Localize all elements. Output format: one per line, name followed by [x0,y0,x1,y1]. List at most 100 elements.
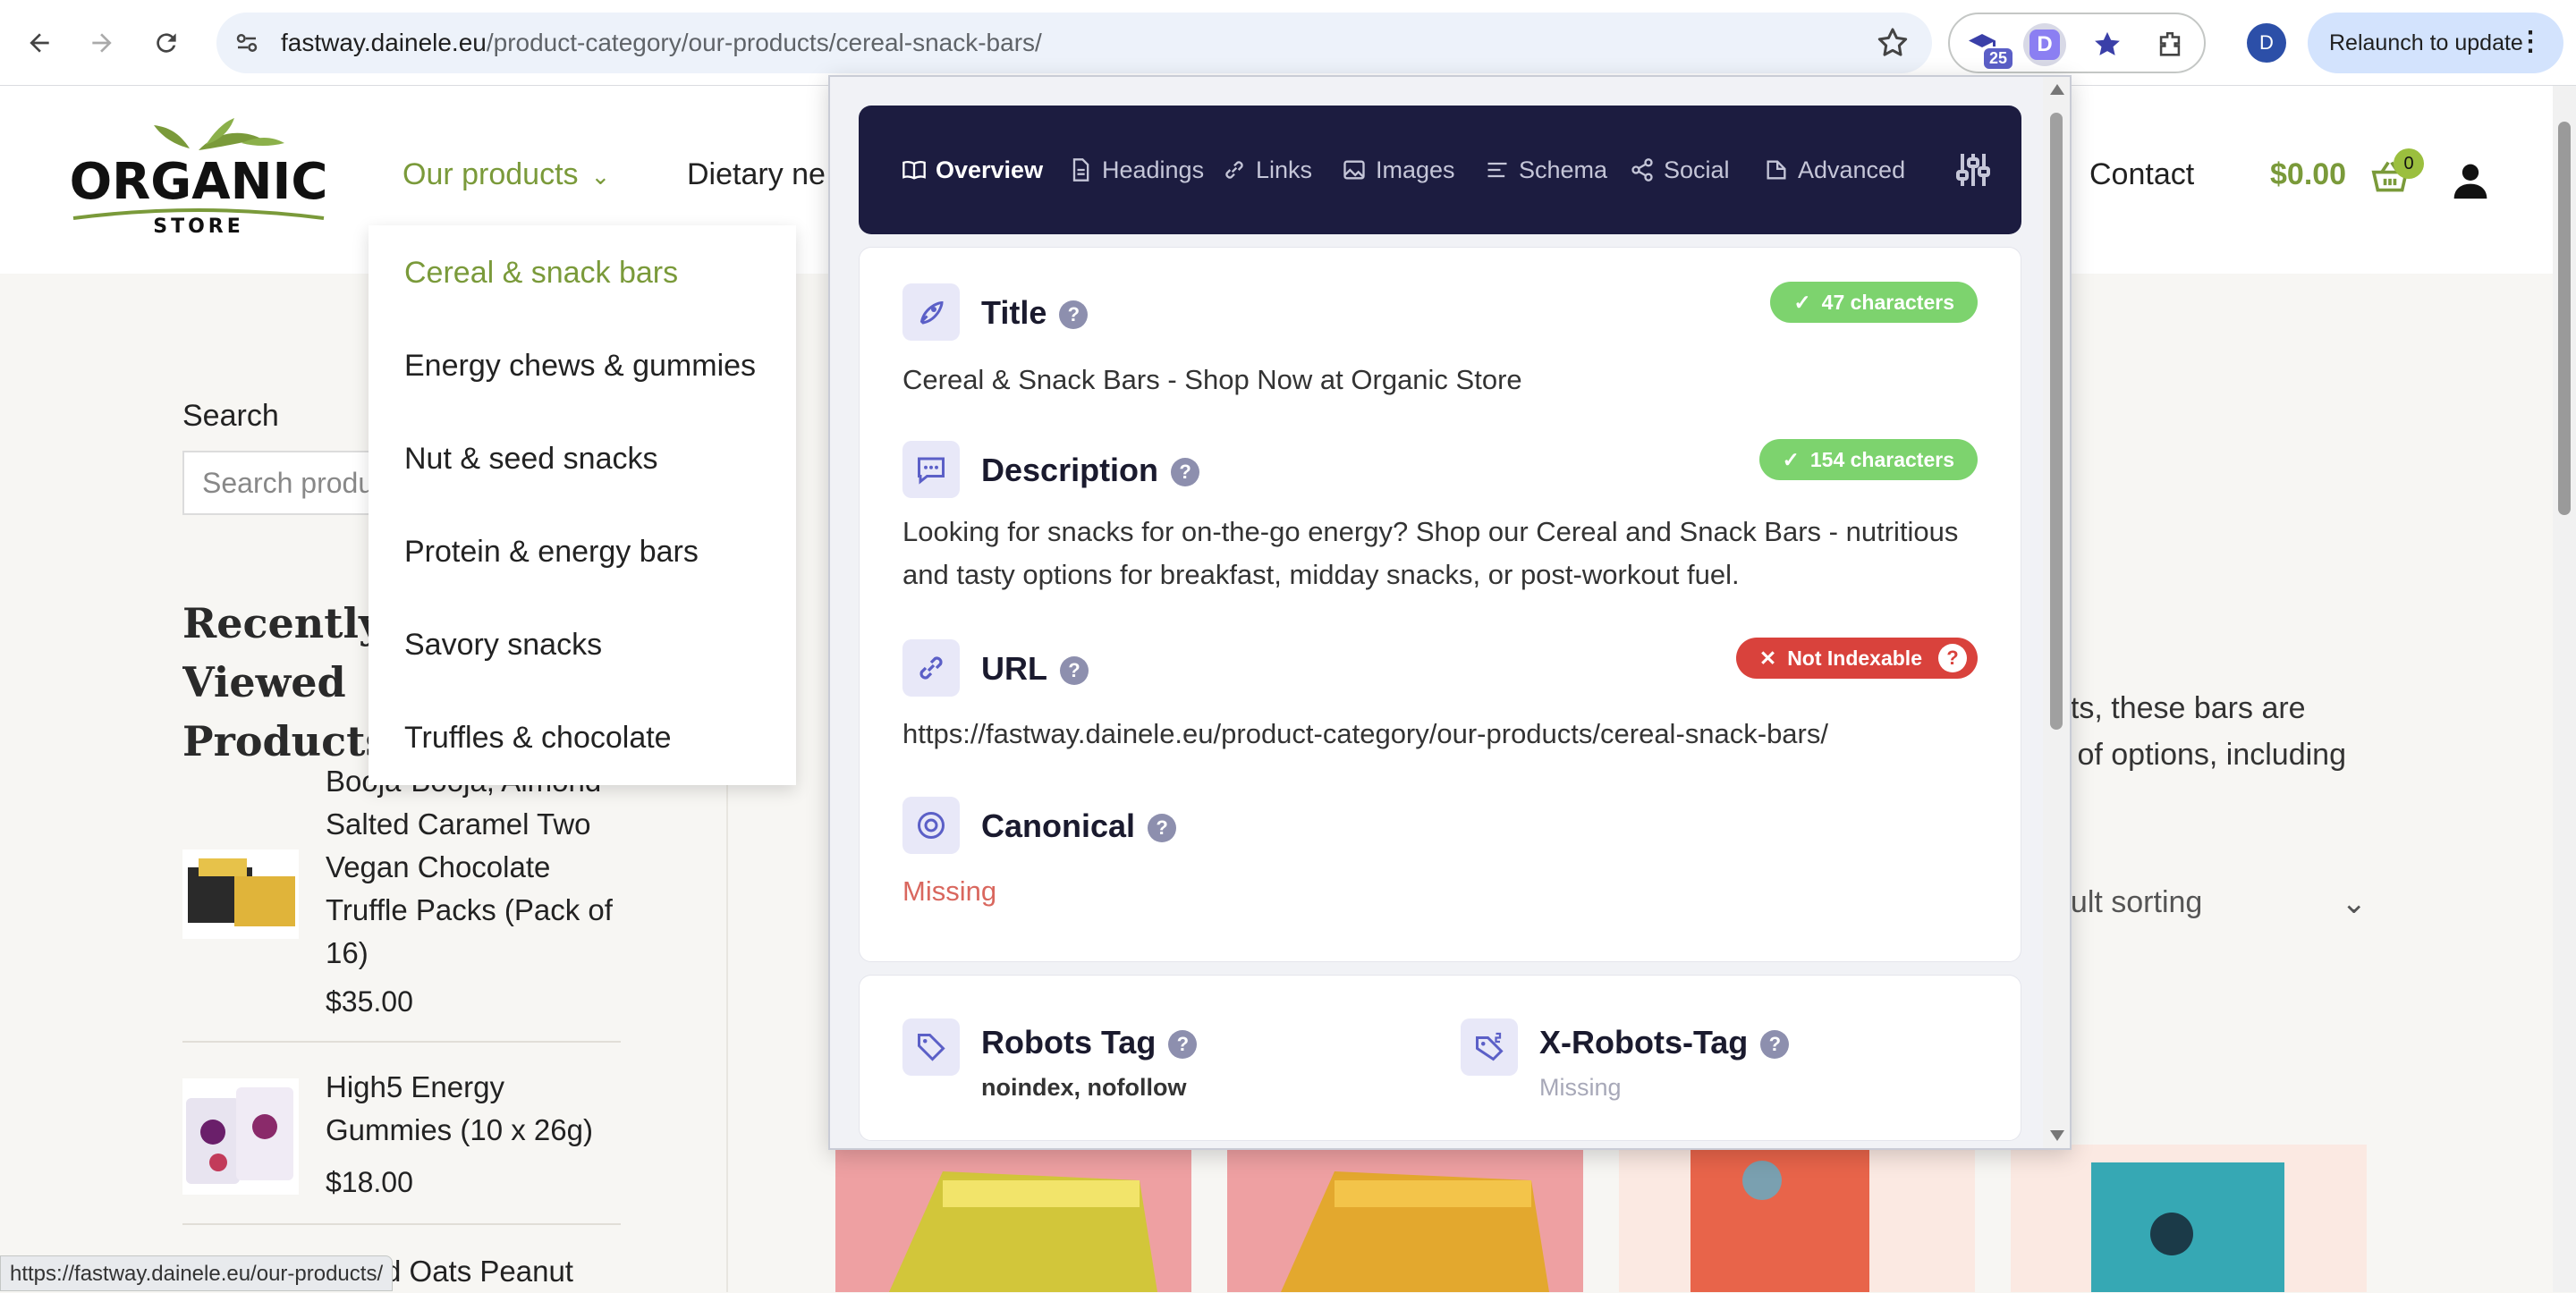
settings-sliders-icon[interactable] [1952,148,1995,191]
url-text: fastway.dainele.eu/product-category/our-… [281,13,1042,73]
tab-label: Headings [1102,156,1205,183]
popup-scrollbar-thumb[interactable] [2050,113,2063,730]
relaunch-button[interactable]: Relaunch to update ⋮ [2308,13,2563,73]
popup-scrollbar[interactable] [2043,77,2070,1148]
extension-hat[interactable]: 25 [1961,23,2015,71]
cart-total[interactable]: $0.00 [2270,157,2346,192]
description-section-icon [902,441,960,498]
recent-product-price: $18.00 [326,1166,413,1198]
image-icon [1343,160,1365,180]
tab-headings[interactable]: Headings [1068,152,1204,188]
recent-product-name[interactable]: High5 Energy Gummies (10 x 26g) [326,1066,621,1152]
title-heading: Title? [981,294,1089,332]
dropdown-item-savory-snacks[interactable]: Savory snacks [404,628,602,663]
help-icon[interactable]: ? [1171,458,1200,487]
profile-initial: D [2259,31,2274,54]
browser-toolbar: fastway.dainele.eu/product-category/our-… [0,0,2576,86]
url-domain: fastway.dainele.eu [281,29,487,56]
relaunch-label: Relaunch to update [2329,30,2523,55]
kebab-menu-icon[interactable]: ⋮ [2517,29,2544,55]
page-scrollbar[interactable] [2553,86,2576,1292]
product-card-image[interactable] [835,1145,1191,1292]
arrow-right-icon [92,33,112,53]
products-dropdown: Cereal & snack bars Energy chews & gummi… [369,225,796,785]
x-robots-value: Missing [1539,1074,1622,1101]
profile-avatar[interactable]: D [2247,23,2286,63]
extension-star[interactable] [2086,23,2129,66]
tab-social[interactable]: Social [1630,152,1730,188]
search-label: Search [182,399,279,433]
extension-seo-active[interactable]: D [2023,23,2066,66]
help-icon[interactable]: ? [1148,814,1177,843]
tab-images[interactable]: Images [1342,152,1455,188]
canonical-value: Missing [902,875,997,907]
x-icon: ✕ [1758,646,1777,670]
check-icon: ✓ [1793,290,1811,314]
puzzle-icon [2159,31,2181,56]
bookmark-star-icon[interactable] [1875,25,1911,61]
address-bar[interactable]: fastway.dainele.eu/product-category/our-… [216,13,1932,73]
share-icon [1631,158,1653,182]
robots-heading: Robots Tag? [981,1024,1198,1061]
recent-product[interactable]: High5 Energy Gummies (10 x 26g) $18.00 [182,1066,621,1200]
x-robots-heading: X-Robots-Tag? [1539,1024,1790,1061]
tab-overview[interactable]: Overview [902,152,1043,188]
dropdown-item-cereal-snack-bars[interactable]: Cereal & snack bars [404,256,678,291]
help-icon[interactable]: ? [1760,1030,1790,1060]
product-card-image[interactable] [1619,1145,1975,1292]
title-section-icon [902,283,960,341]
tab-advanced[interactable]: Advanced [1764,152,1905,188]
canonical-heading: Canonical? [981,807,1177,845]
dropdown-item-energy-chews[interactable]: Energy chews & gummies [404,349,756,384]
user-account-icon[interactable] [2451,161,2490,200]
sort-select-label: ault sorting [2054,885,2203,919]
overview-card: Title? ✓ 47 characters Cereal & Snack Bar… [859,247,2021,962]
page-scrollbar-thumb[interactable] [2558,122,2571,515]
description-heading: Description? [981,452,1200,489]
category-description: nts, these bars are y of options, includ… [2054,691,2346,772]
sort-select[interactable]: ault sorting ⌄ [2054,885,2367,920]
tab-schema[interactable]: Schema [1485,152,1607,188]
reload-button[interactable] [145,21,188,64]
menu-contact[interactable]: Contact [2089,157,2194,192]
title-length-label: 47 characters [1821,290,1954,314]
menu-dietary-needs[interactable]: Dietary ne [687,157,826,192]
tab-label: Links [1256,156,1313,183]
tab-links[interactable]: Links [1222,152,1312,188]
star-extension-icon [2095,31,2120,55]
divider [182,1041,621,1043]
organic-store-logo[interactable]: ORGANIC STORE [64,113,333,238]
url-value[interactable]: https://fastway.dainele.eu/product-categ… [902,713,1994,756]
chat-bubble-icon [918,457,945,485]
description-label: Description [981,452,1159,488]
site-info-icon[interactable] [225,21,268,64]
not-indexable-badge[interactable]: ✕ Not Indexable? [1735,638,1978,679]
scroll-up-arrow-icon[interactable] [2050,84,2064,95]
scroll-down-arrow-icon[interactable] [2050,1130,2064,1141]
dropdown-item-protein-energy-bars[interactable]: Protein & energy bars [404,535,699,570]
link-icon [919,656,943,680]
menu-our-products[interactable]: Our products ⌄ [402,157,610,192]
back-button[interactable] [18,21,61,64]
help-icon[interactable]: ? [1168,1030,1198,1060]
url-section-icon [902,639,960,697]
forward-button[interactable] [80,21,123,64]
help-icon[interactable]: ? [1059,300,1089,330]
recent-product-name[interactable]: Booja-Booja, Almond Salted Caramel Two V… [326,760,621,975]
robots-value: noindex, nofollow [981,1074,1187,1101]
help-icon[interactable]: ? [1938,644,1967,672]
dropdown-item-nut-seed-snacks[interactable]: Nut & seed snacks [404,442,657,477]
help-icon[interactable]: ? [1060,656,1089,686]
product-card-image[interactable] [2011,1145,2367,1292]
seo-extension-letter: D [2037,32,2053,56]
extensions-menu-button[interactable] [2148,23,2191,66]
recent-product-name[interactable]: d Oats Peanut [385,1250,680,1293]
layers-icon [1767,160,1786,180]
recent-product[interactable]: Booja-Booja, Almond Salted Caramel Two V… [182,760,621,1028]
product-card-image[interactable] [1227,1145,1583,1292]
product-thumbnail[interactable] [182,1078,299,1195]
product-thumbnail[interactable] [182,832,299,948]
recent-product-price: $35.00 [326,985,413,1018]
dropdown-item-truffles-chocolate[interactable]: Truffles & chocolate [404,721,672,756]
search-input[interactable]: Search products… [182,451,379,515]
